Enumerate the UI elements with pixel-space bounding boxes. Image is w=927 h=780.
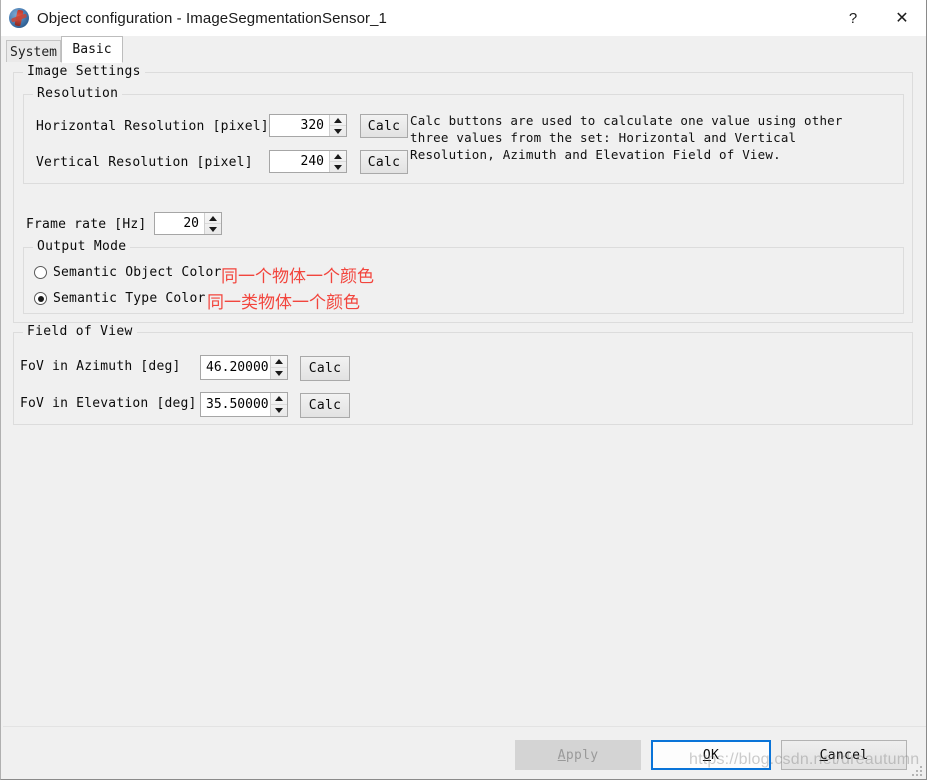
horizontal-resolution-spinner[interactable]	[329, 115, 346, 136]
fov-azimuth-label: FoV in Azimuth [deg]	[20, 359, 181, 374]
radio-semantic-object-color[interactable]: Semantic Object Color	[34, 265, 222, 280]
annotation-semantic-object-color: 同一个物体一个颜色	[221, 267, 374, 287]
tab-system[interactable]: System	[6, 40, 61, 63]
cancel-button[interactable]: Cancel	[781, 740, 907, 770]
radio-unchecked-icon[interactable]	[34, 266, 47, 279]
apply-mnemonic: A	[557, 747, 566, 763]
radio-semantic-object-color-label: Semantic Object Color	[53, 265, 222, 280]
spinner-down-icon[interactable]	[205, 224, 221, 234]
tab-basic[interactable]: Basic	[61, 36, 123, 63]
output-mode-group: Output Mode Semantic Object Color 同一个物体一…	[23, 239, 904, 314]
vertical-resolution-label: Vertical Resolution [pixel]	[36, 155, 253, 170]
cancel-mnemonic: C	[819, 747, 828, 763]
app-globe-icon	[9, 8, 29, 28]
frame-rate-input[interactable]: 20	[154, 212, 222, 235]
spinner-up-icon[interactable]	[330, 115, 346, 126]
image-settings-label: Image Settings	[23, 64, 145, 79]
close-icon[interactable]: ✕	[876, 0, 926, 36]
fov-elevation-label: FoV in Elevation [deg]	[20, 396, 197, 411]
resolution-group: Resolution Horizontal Resolution [pixel]…	[23, 86, 904, 184]
fov-elevation-calc-button[interactable]: Calc	[300, 393, 350, 418]
calc-help-text: Calc buttons are used to calculate one v…	[410, 113, 843, 162]
dialog-footer: Apply OK Cancel	[3, 726, 926, 779]
window-controls: ? ✕	[830, 0, 926, 36]
ok-button[interactable]: OK	[651, 740, 771, 770]
window-title: Object configuration - ImageSegmentation…	[37, 9, 388, 27]
fov-azimuth-input[interactable]: 46.20000	[200, 355, 288, 380]
apply-button[interactable]: Apply	[515, 740, 641, 770]
frame-rate-spinner[interactable]	[204, 213, 221, 234]
help-button[interactable]: ?	[830, 0, 876, 36]
resize-grip[interactable]	[909, 763, 922, 776]
annotation-semantic-type-color: 同一类物体一个颜色	[207, 293, 360, 313]
frame-rate-value: 20	[183, 216, 199, 231]
spinner-down-icon[interactable]	[271, 405, 287, 416]
spinner-up-icon[interactable]	[205, 213, 221, 224]
fov-elevation-spinner[interactable]	[270, 393, 287, 416]
apply-label-rest: pply	[565, 747, 599, 763]
object-configuration-dialog: Object configuration - ImageSegmentation…	[0, 0, 927, 780]
fov-azimuth-value: 46.20000	[206, 360, 269, 375]
fov-elevation-value: 35.50000	[206, 397, 269, 412]
output-mode-label: Output Mode	[33, 239, 131, 254]
image-settings-group: Image Settings Resolution Horizontal Res…	[13, 64, 913, 323]
field-of-view-label: Field of View	[23, 324, 137, 339]
vertical-resolution-value: 240	[300, 154, 324, 169]
vertical-resolution-calc-button[interactable]: Calc	[360, 150, 408, 174]
spinner-down-icon[interactable]	[330, 162, 346, 172]
resolution-label: Resolution	[33, 86, 123, 101]
title-bar: Object configuration - ImageSegmentation…	[1, 0, 926, 36]
vertical-resolution-spinner[interactable]	[329, 151, 346, 172]
horizontal-resolution-input[interactable]: 320	[269, 114, 347, 137]
spinner-down-icon[interactable]	[330, 126, 346, 136]
radio-checked-icon[interactable]	[34, 292, 47, 305]
fov-azimuth-spinner[interactable]	[270, 356, 287, 379]
ok-label-rest: K	[711, 747, 720, 763]
field-of-view-group: Field of View FoV in Azimuth [deg] 46.20…	[13, 324, 913, 425]
horizontal-resolution-label: Horizontal Resolution [pixel]	[36, 119, 269, 134]
vertical-resolution-input[interactable]: 240	[269, 150, 347, 173]
spinner-up-icon[interactable]	[271, 393, 287, 405]
spinner-up-icon[interactable]	[330, 151, 346, 162]
radio-semantic-type-color-label: Semantic Type Color	[53, 291, 206, 306]
dialog-body: Image Settings Resolution Horizontal Res…	[3, 62, 926, 726]
horizontal-resolution-value: 320	[300, 118, 324, 133]
tab-strip: System Basic	[1, 36, 926, 63]
ok-mnemonic: O	[702, 747, 711, 763]
cancel-label-rest: ancel	[827, 747, 869, 763]
spinner-up-icon[interactable]	[271, 356, 287, 368]
frame-rate-label: Frame rate [Hz]	[26, 217, 147, 232]
radio-semantic-type-color[interactable]: Semantic Type Color	[34, 291, 206, 306]
fov-azimuth-calc-button[interactable]: Calc	[300, 356, 350, 381]
horizontal-resolution-calc-button[interactable]: Calc	[360, 114, 408, 138]
spinner-down-icon[interactable]	[271, 368, 287, 379]
fov-elevation-input[interactable]: 35.50000	[200, 392, 288, 417]
